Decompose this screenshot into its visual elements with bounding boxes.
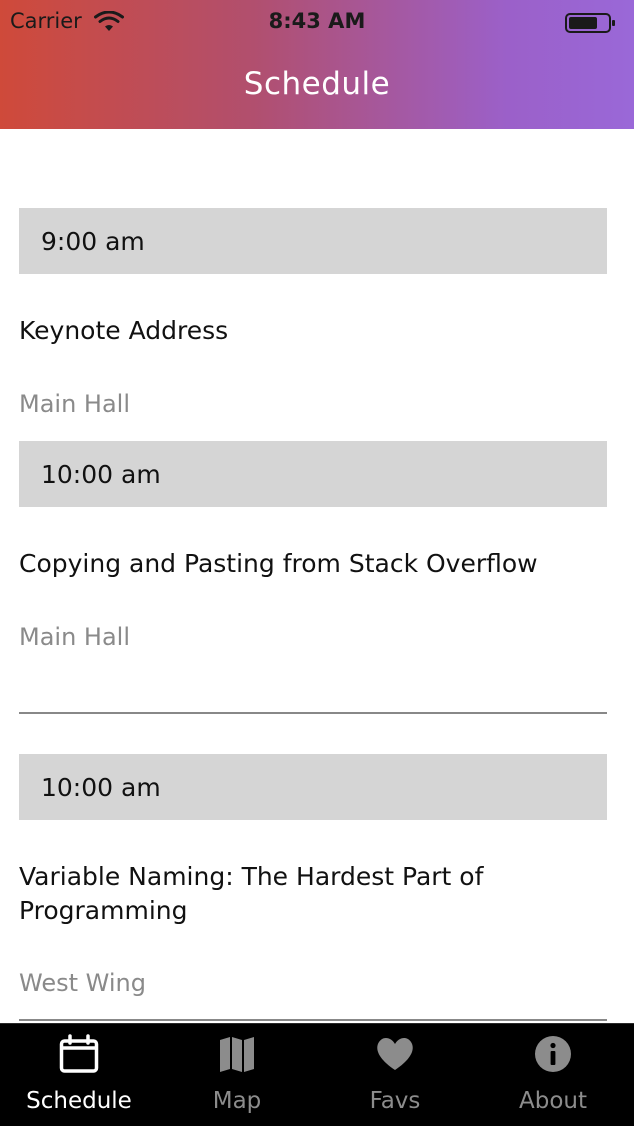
tab-schedule[interactable]: Schedule [0, 1024, 158, 1126]
battery-icon [565, 13, 615, 33]
section-divider [19, 712, 607, 714]
session-title: Keynote Address [19, 316, 229, 345]
calendar-icon [59, 1034, 99, 1073]
nav-header: Carrier 8:43 AM Schedule [0, 0, 634, 129]
session-room: Main Hall [19, 623, 131, 651]
status-bar: Carrier 8:43 AM [0, 0, 634, 48]
page-title: Schedule [243, 66, 391, 102]
time-label: 9:00 am [41, 227, 145, 256]
section-divider [19, 1019, 607, 1021]
map-icon [220, 1037, 254, 1072]
tab-favs[interactable]: Favs [316, 1024, 474, 1126]
time-header: 10:00 am [19, 441, 607, 507]
session-room: West Wing [19, 969, 146, 997]
session-title: Variable Naming: The Hardest Part of Pro… [19, 862, 484, 925]
session-title: Copying and Pasting from Stack Overflow [19, 549, 538, 578]
tab-about[interactable]: About [474, 1024, 632, 1126]
time-label: 10:00 am [41, 460, 161, 489]
tab-bar: Schedule Map Favs About [0, 1023, 634, 1126]
tab-map[interactable]: Map [158, 1024, 316, 1126]
session-room: Main Hall [19, 390, 131, 418]
schedule-list[interactable]: 9:00 am Keynote Address Main Hall 10:00 … [0, 129, 634, 1023]
app-screen: Carrier 8:43 AM Schedule 9:00 am Keynote… [0, 0, 634, 1126]
info-icon [535, 1036, 571, 1072]
tab-label: About [518, 1088, 587, 1114]
tab-label: Schedule [26, 1088, 132, 1114]
time-header: 10:00 am [19, 754, 607, 820]
heart-icon [377, 1038, 413, 1070]
tab-label: Map [212, 1088, 262, 1114]
tab-label: Favs [369, 1088, 421, 1114]
clock: 8:43 AM [268, 9, 366, 33]
time-header: 9:00 am [19, 208, 607, 274]
time-label: 10:00 am [41, 773, 161, 802]
